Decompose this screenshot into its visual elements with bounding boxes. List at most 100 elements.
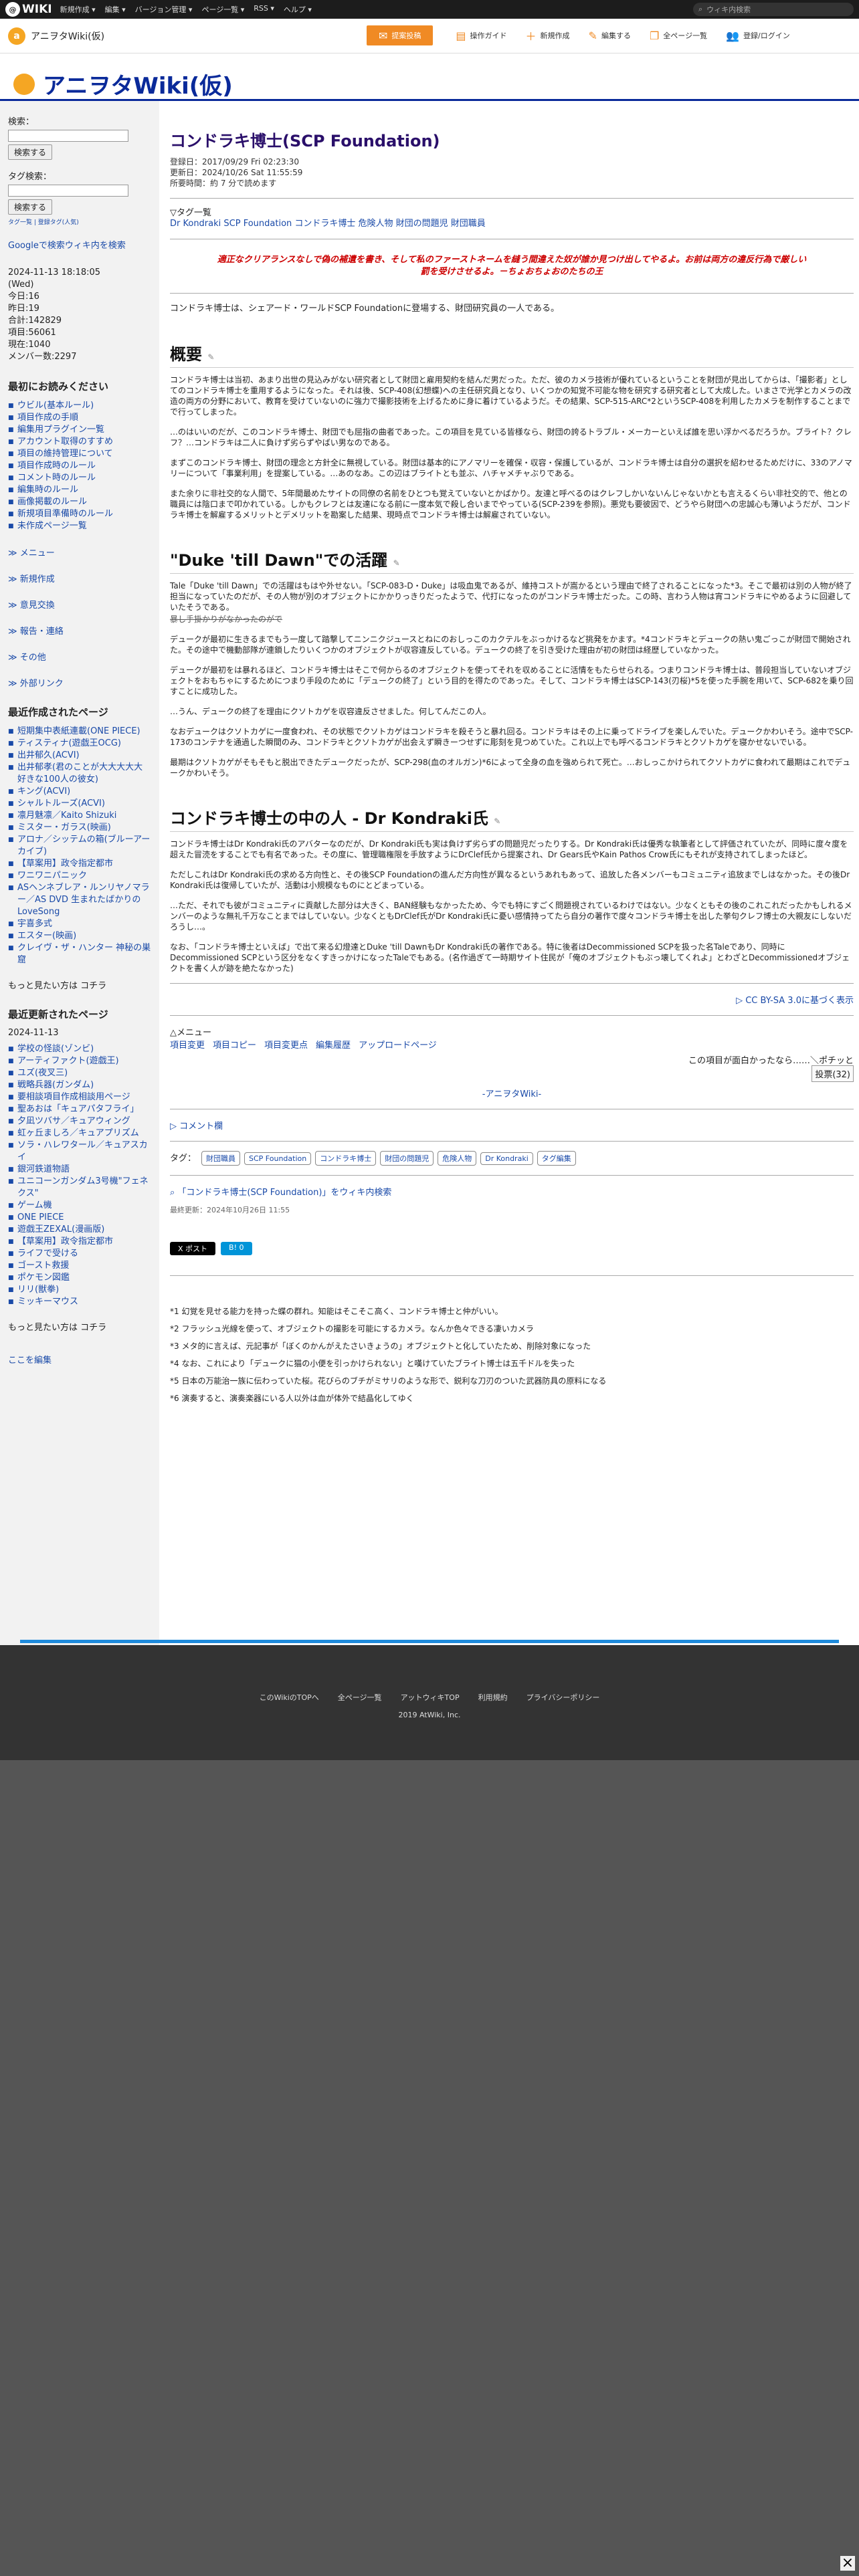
recent-created-item[interactable]: 【草案用】政令指定都市 bbox=[8, 858, 151, 870]
sidebar-item[interactable]: ウビル(基本ルール) bbox=[8, 400, 151, 412]
recent-created-item[interactable]: シャルトルーズ(ACVI) bbox=[8, 798, 151, 810]
site-name[interactable]: a アニヲタWiki(仮) bbox=[8, 27, 104, 45]
recent-created-item[interactable]: ワニワニパニック bbox=[8, 870, 151, 882]
recent-created-item[interactable]: アロナ／シッテムの箱(ブルーアーカイブ) bbox=[8, 834, 151, 858]
recent-created-item[interactable]: ミスター・ガラス(映画) bbox=[8, 822, 151, 834]
sidebar-item[interactable]: 新規項目準備時のルール bbox=[8, 508, 151, 520]
menu-rss[interactable]: RSS ▾ bbox=[254, 4, 274, 15]
recent-updated-item[interactable]: ソラ・ハレワタール／キュアスカイ bbox=[8, 1140, 151, 1164]
x-post-button[interactable]: X ポスト bbox=[170, 1242, 216, 1255]
footer-link[interactable]: アットウィキTOP bbox=[401, 1693, 460, 1702]
recent-updated-item[interactable]: ゲーム機 bbox=[8, 1200, 151, 1212]
recent-updated-item[interactable]: 戦略兵器(ガンダム) bbox=[8, 1079, 151, 1091]
recent-updated-item[interactable]: 学校の怪談(ゾンビ) bbox=[8, 1043, 151, 1055]
menu-version[interactable]: バージョン管理 ▾ bbox=[135, 4, 193, 15]
tag-list-head[interactable]: ▽タグ一覧 bbox=[170, 208, 854, 219]
tag-button[interactable]: 財団の問題児 bbox=[380, 1151, 434, 1166]
recent-updated-item[interactable]: ユニコーンガンダム3号機"フェネクス" bbox=[8, 1176, 151, 1200]
recent-updated-item[interactable]: 遊戯王ZEXAL(漫画版) bbox=[8, 1224, 151, 1236]
recent-updated-item[interactable]: 夕凪ツバサ／キュアウィング bbox=[8, 1115, 151, 1128]
wiki-search-input[interactable]: ⌕ ウィキ内検索 bbox=[693, 3, 854, 16]
page-action-link[interactable]: 編集履歴 bbox=[316, 1041, 351, 1051]
google-search-link[interactable]: Googleで検索ウィキ内を検索 bbox=[8, 238, 151, 251]
comment-section-toggle[interactable]: ▷ コメント欄 bbox=[170, 1119, 854, 1132]
footer-link[interactable]: 全ページ一覧 bbox=[338, 1693, 382, 1702]
recent-updated-item[interactable]: 要相談項目作成相談用ページ bbox=[8, 1091, 151, 1103]
tag-list-links[interactable]: Dr Kondraki SCP Foundation コンドラキ博士 危険人物 … bbox=[170, 219, 854, 229]
sidebar-item[interactable]: 項目作成の手順 bbox=[8, 412, 151, 424]
sidebar-item[interactable]: アカウント取得のすすめ bbox=[8, 436, 151, 448]
edit-sidebar-link[interactable]: ここを編集 bbox=[8, 1353, 151, 1366]
sidebar-section-link[interactable]: ≫ 意見交換 bbox=[8, 598, 151, 611]
tag-search-button[interactable]: 検索する bbox=[8, 199, 53, 215]
recent-created-item[interactable]: 凛月魅凛／Kaito Shizuki bbox=[8, 810, 151, 822]
recent-created-item[interactable]: ASヘンネブレア・ルンリヤノマラー／AS DVD 生まれたばかりのLoveSon… bbox=[8, 882, 151, 918]
sidebar-section-link[interactable]: ≫ 新規作成 bbox=[8, 572, 151, 584]
sidebar-search-input[interactable] bbox=[8, 130, 128, 142]
sidebar-section-link[interactable]: ≫ メニュー bbox=[8, 546, 151, 558]
recent-updated-item[interactable]: アーティファクト(遊戯王) bbox=[8, 1055, 151, 1067]
recent-updated-item[interactable]: ONE PIECE bbox=[8, 1212, 151, 1224]
more-created-link[interactable]: もっと見たい方は コチラ bbox=[8, 978, 151, 991]
sidebar-item[interactable]: 画像掲載のルール bbox=[8, 496, 151, 508]
atwiki-logo[interactable]: @ WIKI bbox=[5, 2, 52, 17]
recent-updated-item[interactable]: 銀河鉄道物語 bbox=[8, 1164, 151, 1176]
recent-updated-item[interactable]: ポケモン図鑑 bbox=[8, 1272, 151, 1284]
guide-button[interactable]: ▤ 操作ガイド bbox=[456, 25, 506, 45]
tag-button[interactable]: コンドラキ博士 bbox=[315, 1151, 377, 1166]
page-action-link[interactable]: 項目変更点 bbox=[264, 1041, 308, 1051]
all-pages-button[interactable]: ❐ 全ページ一覧 bbox=[650, 25, 707, 45]
sidebar-item[interactable]: 項目の維持管理について bbox=[8, 448, 151, 460]
vote-button[interactable]: 投票(32) bbox=[812, 1065, 854, 1082]
tag-button[interactable]: 財団職員 bbox=[201, 1151, 241, 1166]
recent-created-item[interactable]: エスター(映画) bbox=[8, 930, 151, 942]
footer-link[interactable]: プライバシーポリシー bbox=[527, 1693, 600, 1702]
recent-created-item[interactable]: ティスティナ(遊戯王OCG) bbox=[8, 738, 151, 750]
sidebar-item[interactable]: 編集時のルール bbox=[8, 484, 151, 496]
edit-pencil-icon[interactable]: ✎ bbox=[494, 817, 500, 826]
sidebar-section-link[interactable]: ≫ 外部リンク bbox=[8, 676, 151, 689]
menu-pages[interactable]: ページ一覧 ▾ bbox=[201, 4, 244, 15]
page-action-link[interactable]: 項目変更 bbox=[170, 1041, 205, 1051]
recent-created-item[interactable]: 宇喜多式 bbox=[8, 918, 151, 930]
tag-button[interactable]: タグ編集 bbox=[537, 1151, 576, 1166]
sidebar-item[interactable]: 未作成ページ一覧 bbox=[8, 520, 151, 532]
recent-created-item[interactable]: 出井郁孝(君のことが大大大大大好きな100人の彼女) bbox=[8, 762, 151, 786]
tag-links[interactable]: タグ一覧 | 登録タグ(人気) bbox=[8, 217, 151, 226]
recent-updated-item[interactable]: 【草案用】政令指定都市 bbox=[8, 1236, 151, 1248]
edit-pencil-icon[interactable]: ✎ bbox=[393, 558, 400, 568]
more-updated-link[interactable]: もっと見たい方は コチラ bbox=[8, 1320, 151, 1333]
site-footer-name[interactable]: -アニヲタWiki- bbox=[170, 1087, 854, 1099]
recent-updated-item[interactable]: リリ(獣拳) bbox=[8, 1284, 151, 1296]
login-button[interactable]: 👥 登録/ログイン bbox=[726, 25, 790, 45]
edit-button[interactable]: ✎ 編集する bbox=[589, 25, 631, 45]
sidebar-search-button[interactable]: 検索する bbox=[8, 144, 53, 160]
recent-updated-item[interactable]: 虹ヶ丘ましろ／キュアプリズム bbox=[8, 1128, 151, 1140]
close-icon[interactable]: × bbox=[840, 2556, 855, 2571]
tag-search-input[interactable] bbox=[8, 185, 128, 197]
tag-button[interactable]: Dr Kondraki bbox=[480, 1152, 533, 1165]
recent-created-item[interactable]: クレイヴ・ザ・ハンター 神秘の巣窟 bbox=[8, 942, 151, 966]
sidebar-section-link[interactable]: ≫ 報告・連絡 bbox=[8, 624, 151, 637]
hatena-bookmark-button[interactable]: B! 0 bbox=[221, 1242, 252, 1255]
site-title[interactable]: アニヲタWiki(仮) bbox=[13, 68, 233, 100]
sidebar-item[interactable]: 項目作成時のルール bbox=[8, 460, 151, 472]
recent-updated-item[interactable]: ミッキーマウス bbox=[8, 1296, 151, 1308]
menu-help[interactable]: ヘルプ ▾ bbox=[284, 4, 312, 15]
recent-updated-item[interactable]: ライフで受ける bbox=[8, 1248, 151, 1260]
recent-created-item[interactable]: 出井郁久(ACVI) bbox=[8, 750, 151, 762]
license-link[interactable]: ▷ CC BY-SA 3.0に基づく表示 bbox=[170, 993, 854, 1006]
recent-updated-item[interactable]: 聖あおは「キュアパタフライ」 bbox=[8, 1103, 151, 1115]
tag-button[interactable]: 危険人物 bbox=[438, 1151, 477, 1166]
sidebar-section-link[interactable]: ≫ その他 bbox=[8, 650, 151, 663]
page-action-link[interactable]: 項目コピー bbox=[213, 1041, 256, 1051]
propose-button[interactable]: ✉ 提案投稿 bbox=[367, 25, 434, 45]
tag-button[interactable]: SCP Foundation bbox=[244, 1152, 312, 1165]
search-in-wiki-link[interactable]: ⌕ 「コンドラキ博士(SCP Foundation)」をウィキ内検索 bbox=[170, 1185, 854, 1198]
page-action-link[interactable]: アップロードページ bbox=[359, 1041, 437, 1051]
sidebar-item[interactable]: 編集用プラグイン一覧 bbox=[8, 424, 151, 436]
recent-created-item[interactable]: キング(ACVI) bbox=[8, 786, 151, 798]
menu-edit[interactable]: 編集 ▾ bbox=[105, 4, 126, 15]
menu-new[interactable]: 新規作成 ▾ bbox=[60, 4, 96, 15]
footer-link[interactable]: 利用規約 bbox=[478, 1693, 508, 1702]
